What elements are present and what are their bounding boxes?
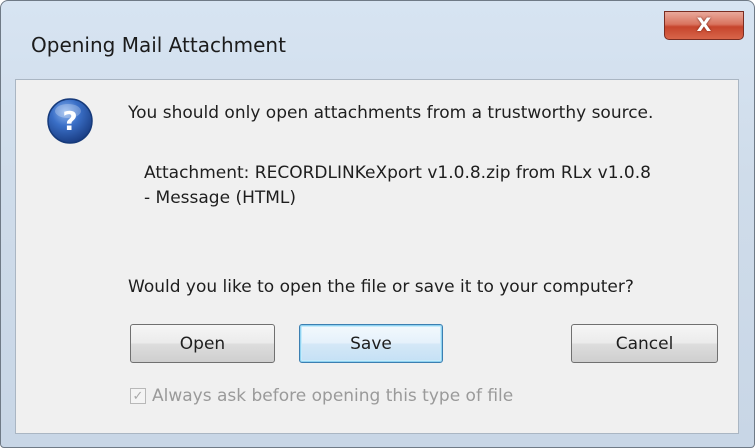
dialog-window: Opening Mail Attachment X ? You should o… (0, 0, 755, 448)
close-button[interactable]: X (664, 11, 744, 40)
always-ask-label: Always ask before opening this type of f… (152, 386, 514, 406)
cancel-button[interactable]: Cancel (571, 324, 718, 363)
open-button[interactable]: Open (130, 324, 275, 363)
attachment-info-line2: - Message (HTML) (144, 188, 297, 208)
window-title: Opening Mail Attachment (31, 33, 286, 57)
dialog-content: ? You should only open attachments from … (15, 79, 739, 434)
attachment-info-line1: Attachment: RECORDLINKeXport v1.0.8.zip … (144, 163, 651, 183)
warning-message: You should only open attachments from a … (128, 103, 654, 123)
question-icon: ? (46, 97, 94, 145)
question-text: Would you like to open the file or save … (128, 277, 634, 297)
always-ask-checkbox-row[interactable]: ✓ Always ask before opening this type of… (130, 386, 513, 406)
question-icon-glyph: ? (62, 107, 77, 137)
save-button[interactable]: Save (299, 324, 443, 363)
checkmark-icon: ✓ (132, 388, 144, 404)
always-ask-checkbox[interactable]: ✓ (130, 388, 146, 404)
title-bar[interactable]: Opening Mail Attachment X (1, 1, 754, 79)
close-icon: X (696, 14, 712, 36)
